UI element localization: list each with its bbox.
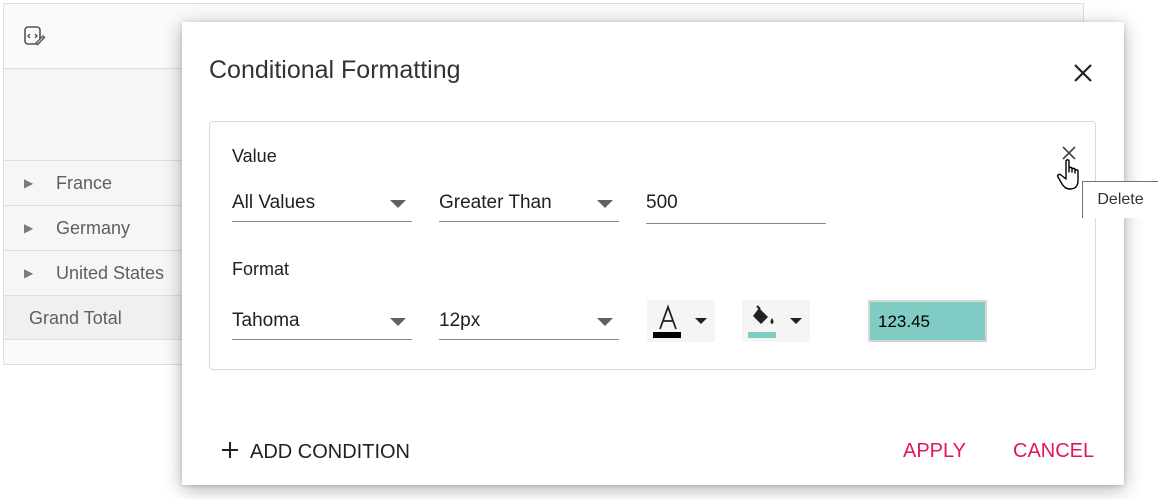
operator-dropdown[interactable]: Greater Than xyxy=(439,182,619,222)
font-color-icon xyxy=(659,304,677,330)
value-label: Value xyxy=(232,146,277,166)
dialog-title: Conditional Formatting xyxy=(209,56,461,84)
grid-column-header xyxy=(4,69,184,161)
caret-right-icon[interactable]: ▶ xyxy=(24,206,33,251)
delete-tooltip: Delete xyxy=(1082,181,1158,218)
chevron-down-icon xyxy=(390,318,406,326)
cancel-button[interactable]: CANCEL xyxy=(1013,440,1094,463)
font-color-swatch xyxy=(653,332,681,338)
grand-total-label: Grand Total xyxy=(29,308,122,328)
caret-right-icon[interactable]: ▶ xyxy=(24,161,33,206)
font-color-picker[interactable] xyxy=(647,300,715,342)
grid-row-grand-total: Grand Total xyxy=(4,296,184,340)
chevron-down-icon xyxy=(597,200,613,208)
add-condition-button[interactable]: ADD CONDITION xyxy=(220,440,410,464)
font-family-dropdown[interactable]: Tahoma xyxy=(232,300,412,340)
font-family-selected: Tahoma xyxy=(232,310,300,331)
format-label: Format xyxy=(232,259,290,279)
hand-pointer-icon xyxy=(1057,159,1079,190)
chevron-down-icon xyxy=(390,200,406,208)
measure-dropdown[interactable]: All Values xyxy=(232,182,412,222)
background-color-picker[interactable] xyxy=(742,300,810,342)
apply-button[interactable]: APPLY xyxy=(903,440,966,463)
chevron-down-icon xyxy=(597,318,613,326)
plus-icon xyxy=(222,442,238,458)
close-icon[interactable] xyxy=(1071,61,1095,85)
background-color-swatch xyxy=(748,332,776,338)
conditional-formatting-dialog: Conditional Formatting Value All Values … xyxy=(182,22,1124,485)
value-input[interactable] xyxy=(646,182,826,224)
chevron-down-icon xyxy=(790,318,802,324)
row-label: United States xyxy=(56,263,165,283)
add-condition-label: ADD CONDITION xyxy=(250,441,410,463)
formatting-icon[interactable] xyxy=(22,24,46,48)
measure-selected: All Values xyxy=(232,192,316,213)
font-size-selected: 12px xyxy=(439,310,481,331)
row-label: France xyxy=(56,173,113,193)
grid-row-united-states[interactable]: ▶ United States xyxy=(4,251,184,296)
font-size-dropdown[interactable]: 12px xyxy=(439,300,619,340)
paint-bucket-icon xyxy=(753,305,774,324)
condition-card: Value All Values Greater Than Format Tah… xyxy=(209,121,1096,370)
format-preview: 123.45 xyxy=(868,300,987,342)
grid-row-germany[interactable]: ▶ Germany xyxy=(4,206,184,251)
chevron-down-icon xyxy=(695,318,707,324)
grid-row-france[interactable]: ▶ France xyxy=(4,161,184,206)
operator-selected: Greater Than xyxy=(439,192,552,213)
caret-right-icon[interactable]: ▶ xyxy=(24,251,33,296)
row-label: Germany xyxy=(56,218,131,238)
